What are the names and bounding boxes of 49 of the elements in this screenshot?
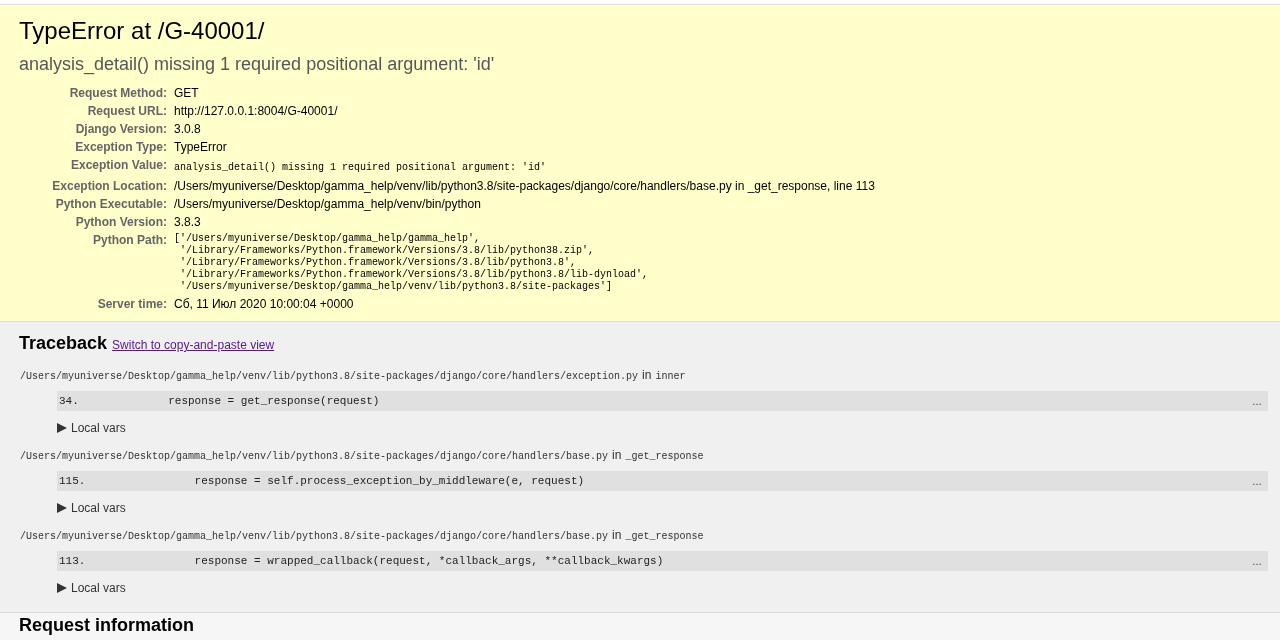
line-number: 115. xyxy=(59,473,87,489)
triangle-right-icon xyxy=(57,583,67,593)
triangle-right-icon xyxy=(57,503,67,513)
meta-value: 3.8.3 xyxy=(173,214,202,231)
section-heading: Traceback xyxy=(19,332,108,355)
meta-value: /Users/myuniverse/Desktop/gamma_help/venv/bin/python xyxy=(173,196,482,213)
error-title: TypeError at /G-40001/ xyxy=(19,17,266,45)
meta-label: Django Version: xyxy=(74,121,168,138)
meta-value: TypeError xyxy=(173,139,228,156)
meta-label: Python Version: xyxy=(74,214,168,231)
meta-label: Request Method: xyxy=(68,85,168,102)
triangle-right-icon xyxy=(57,423,67,433)
in-label: in xyxy=(642,367,652,384)
local-vars-toggle[interactable]: Local vars xyxy=(57,499,126,517)
meta-value: /Users/myuniverse/Desktop/gamma_help/venv/lib/python3.8/site-packages/django/core/handlers/base.py in _get_response, line 113 xyxy=(173,178,875,195)
copy-paste-view-link[interactable]: Switch to copy-and-paste view xyxy=(112,336,275,354)
expand-marker[interactable]: … xyxy=(1252,393,1262,409)
function-name: _get_response xyxy=(625,530,704,544)
meta-label: Python Path: xyxy=(92,232,168,249)
in-label: in xyxy=(612,527,622,544)
error-subtitle: analysis_detail() missing 1 required positional argument: 'id' xyxy=(19,53,496,75)
meta-label: Request URL: xyxy=(86,103,168,120)
line-number: 113. xyxy=(59,553,87,569)
meta-value: http://127.0.0.1:8004/G-40001/ xyxy=(173,103,339,120)
meta-value: Сб, 11 Июл 2020 10:00:04 +0000 xyxy=(173,296,355,313)
meta-value: 3.0.8 xyxy=(173,121,202,138)
local-vars-toggle[interactable]: Local vars xyxy=(57,419,126,437)
file-path: /Users/myuniverse/Desktop/gamma_help/venv/lib/python3.8/site-packages/django/core/handlers/base.py xyxy=(20,530,609,544)
expand-marker[interactable]: … xyxy=(1252,553,1262,569)
file-path: /Users/myuniverse/Desktop/gamma_help/venv/lib/python3.8/site-packages/django/core/handlers/base.py xyxy=(20,450,609,464)
code-line: response = get_response(request) xyxy=(167,393,381,409)
file-path: /Users/myuniverse/Desktop/gamma_help/venv/lib/python3.8/site-packages/django/core/handlers/exception.py xyxy=(20,370,639,384)
function-name: inner xyxy=(655,370,686,384)
in-label: in xyxy=(612,447,622,464)
meta-label: Server time: xyxy=(96,296,168,313)
meta-label: Exception Value: xyxy=(69,157,168,174)
function-name: _get_response xyxy=(625,450,704,464)
meta-value: analysis_detail() missing 1 required positional argument: 'id' xyxy=(174,162,547,173)
meta-value: GET xyxy=(173,85,200,102)
code-line: response = self.process_exception_by_middleware(e, request) xyxy=(193,473,586,489)
section-heading: Request information xyxy=(19,615,195,635)
meta-label: Python Executable: xyxy=(54,196,168,213)
line-number: 34. xyxy=(59,393,80,409)
expand-marker[interactable]: … xyxy=(1252,473,1262,489)
meta-label: Exception Type: xyxy=(74,139,168,156)
python-path-list: ['/Users/myuniverse/Desktop/gamma_help/gamma_help', '/Library/Frameworks/Python.framework/Versions/3.8/lib/python38.zip', '/Library/Frameworks/Python.framework/Versions/3.8/lib/python3.8', '/Library/Frameworks/Python.framework/Versions/3.8/lib/python3.8/lib-dynload', '/Users/myuniverse/Desktop/gamma_help/venv/lib/python3.8/site-packages'] xyxy=(174,233,875,293)
local-vars-toggle[interactable]: Local vars xyxy=(57,579,126,597)
meta-label: Exception Location: xyxy=(51,178,168,195)
code-line: response = wrapped_callback(request, *callback_args, **callback_kwargs) xyxy=(193,553,665,569)
